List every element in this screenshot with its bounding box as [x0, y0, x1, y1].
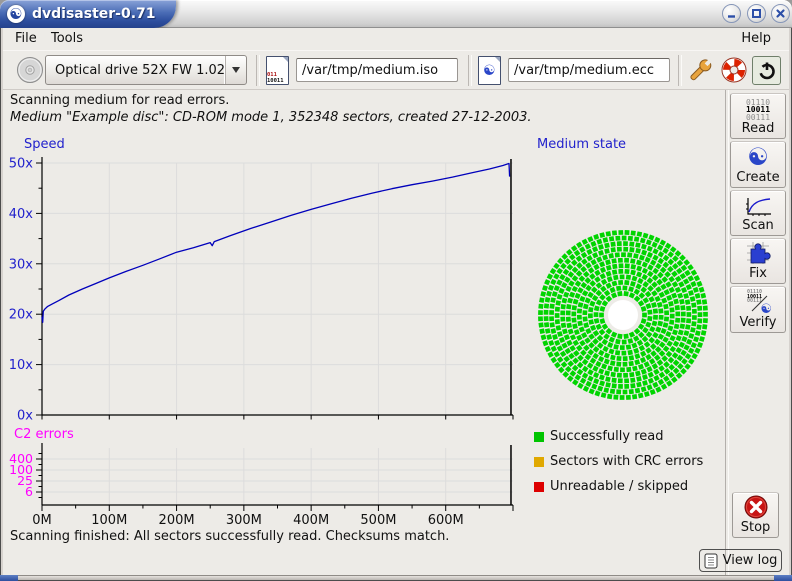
- iso-image-icon: 011 10011 00111: [266, 56, 289, 85]
- binary-vs-yinyang-icon: 01110 10011 00111 ☯: [743, 289, 773, 315]
- binary-digits-icon: 01110 10011 00111: [746, 99, 770, 122]
- speed-curve: [42, 164, 510, 323]
- x-axis-label: 400M: [293, 513, 329, 528]
- speed-curve-icon: [743, 196, 773, 218]
- help-lifebelt-icon[interactable]: [720, 56, 748, 84]
- titlebar-tab: ☯ dvdisaster-0.71: [0, 0, 176, 28]
- ecc-file-icon: ☯: [478, 56, 501, 85]
- tick-labels: 0x10x20x30x40x50x4001002560M100M200M300M…: [9, 157, 464, 529]
- x-axis-label: 200M: [159, 513, 195, 528]
- sidebar-divider: [725, 90, 729, 575]
- toolbar-separator: [256, 55, 260, 86]
- app-yinyang-icon: ☯: [7, 5, 25, 23]
- maximize-button[interactable]: [747, 4, 766, 23]
- speed-y-label: 30x: [9, 257, 34, 272]
- chevron-down-icon: [232, 67, 240, 73]
- speed-y-label: 40x: [9, 207, 34, 222]
- medium-state-disc: [534, 226, 712, 404]
- menu-help[interactable]: Help: [737, 28, 775, 50]
- speed-y-label: 50x: [9, 157, 34, 172]
- dropdown-arrow-box: [225, 56, 246, 84]
- x-axis-label: 500M: [360, 513, 396, 528]
- puzzle-piece-icon: [744, 240, 772, 266]
- x-axis-label: 300M: [226, 513, 262, 528]
- drive-selector-dropdown[interactable]: Optical drive 52X FW 1.02: [45, 55, 247, 85]
- medium-state-legend: Successfully read Sectors with CRC error…: [534, 424, 724, 499]
- window-border-bottom: [0, 575, 792, 581]
- legend-swatch-red: [534, 482, 544, 492]
- medium-state-title: Medium state: [537, 137, 626, 152]
- fix-button[interactable]: Fix: [730, 238, 786, 284]
- log-list-icon: [704, 553, 718, 569]
- minimize-icon: [726, 8, 737, 19]
- preferences-wrench-icon[interactable]: [686, 55, 715, 86]
- verify-button[interactable]: 01110 10011 00111 ☯ Verify: [730, 286, 786, 333]
- toolbar-separator: [468, 55, 472, 86]
- legend-label: Sectors with CRC errors: [550, 454, 703, 469]
- optical-drive-icon: [16, 56, 44, 84]
- legend-item: Unreadable / skipped: [534, 474, 724, 499]
- charts-canvas: 0x10x20x30x40x50x4001002560M100M200M300M…: [0, 133, 528, 531]
- read-button[interactable]: 01110 10011 00111 Read: [730, 93, 786, 139]
- scan-button[interactable]: Scan: [730, 190, 786, 236]
- x-axis-label: 0M: [32, 513, 52, 528]
- iso-path-field[interactable]: [296, 58, 458, 82]
- dvdisaster-window: ☯ dvdisaster-0.71 File Tools Help Opti: [0, 0, 792, 581]
- view-log-label: View log: [723, 553, 778, 568]
- ecc-path-field[interactable]: [508, 58, 670, 82]
- close-button[interactable]: [771, 4, 790, 23]
- legend-item: Successfully read: [534, 424, 724, 449]
- view-log-button[interactable]: View log: [699, 549, 782, 572]
- heading-line2: Medium "Example disc": CD-ROM mode 1, 35…: [10, 110, 532, 125]
- axes: [42, 157, 513, 505]
- close-icon: [775, 8, 786, 19]
- create-button[interactable]: ☯ Create: [730, 141, 786, 188]
- quit-button[interactable]: [752, 56, 781, 85]
- window-title: dvdisaster-0.71: [32, 6, 156, 22]
- heading-line1: Scanning medium for read errors.: [10, 93, 229, 108]
- speed-y-label: 0x: [17, 409, 33, 424]
- action-heading: Scanning medium for read errors. Medium …: [3, 90, 721, 134]
- legend-label: Successfully read: [550, 429, 663, 444]
- menubar: File Tools Help: [3, 28, 789, 50]
- ecc-yinyang-glyph: ☯: [483, 63, 496, 79]
- minimize-button[interactable]: [722, 4, 741, 23]
- speed-y-label: 10x: [9, 358, 34, 373]
- x-axis-label: 100M: [91, 513, 127, 528]
- doc-fold: [282, 56, 289, 63]
- menu-file[interactable]: File: [11, 28, 41, 50]
- drive-selector-value: Optical drive 52X FW 1.02: [46, 63, 225, 78]
- maximize-icon: [751, 8, 762, 19]
- power-icon: [757, 61, 777, 81]
- status-message: Scanning finished: All sectors successfu…: [10, 529, 449, 544]
- legend-label: Unreadable / skipped: [550, 479, 688, 494]
- c2-y-label: 6: [25, 484, 33, 499]
- yin-yang-icon: ☯: [747, 144, 769, 170]
- stop-icon: [743, 494, 769, 520]
- menu-tools[interactable]: Tools: [47, 28, 87, 50]
- window-corner-right[interactable]: [774, 575, 792, 581]
- stop-button[interactable]: Stop: [732, 492, 779, 538]
- window-corner-left[interactable]: [0, 575, 18, 581]
- disc-hub-hole: [608, 300, 638, 330]
- doc-fold: [494, 56, 501, 63]
- gridlines: [42, 163, 513, 505]
- toolbar: Optical drive 52X FW 1.02 011 10011 0011…: [3, 50, 789, 90]
- window-titlebar[interactable]: ☯ dvdisaster-0.71: [0, 0, 792, 28]
- legend-swatch-yellow: [534, 457, 544, 467]
- speed-y-label: 20x: [9, 308, 34, 323]
- toolbar-separator: [678, 55, 682, 86]
- legend-item: Sectors with CRC errors: [534, 449, 724, 474]
- legend-swatch-green: [534, 432, 544, 442]
- x-axis-label: 600M: [428, 513, 464, 528]
- iso-icon-binary-rows: 011 10011 00111: [267, 61, 288, 85]
